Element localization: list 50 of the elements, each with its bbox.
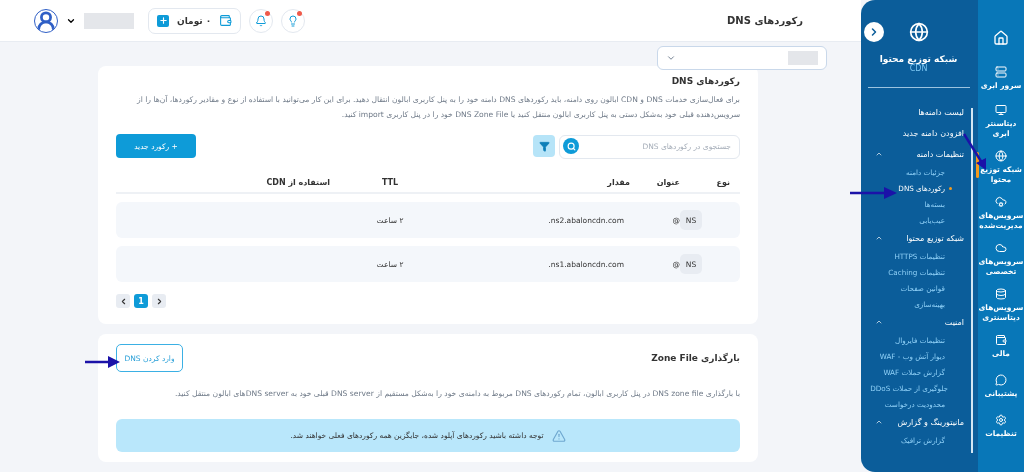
warning-icon — [551, 428, 566, 443]
sidebar-item[interactable]: امنیت — [944, 317, 964, 327]
filter-button[interactable] — [533, 135, 555, 157]
rail-icon — [993, 30, 1009, 46]
rail-icon — [995, 196, 1007, 208]
rail-icon — [995, 288, 1007, 300]
chevron-up-icon[interactable] — [875, 318, 883, 326]
rail-icon — [995, 334, 1007, 346]
next-page-button[interactable] — [152, 294, 166, 308]
plus-icon[interactable] — [157, 14, 169, 27]
wallet-balance: ۰ تومان — [177, 15, 212, 26]
rail-icon — [995, 150, 1007, 162]
card-title: رکوردهای DNS — [670, 76, 740, 86]
rail-icon — [995, 66, 1007, 78]
column-header: استفاده از CDN — [265, 177, 330, 187]
rail-icon — [995, 242, 1007, 254]
chevron-up-icon[interactable] — [875, 234, 883, 242]
sidebar-item[interactable]: افزودن دامنه جدید — [902, 129, 964, 138]
column-header: نوع — [715, 177, 731, 187]
sidebar-item[interactable]: تنظیمات دامنه — [916, 149, 964, 159]
bell-icon — [255, 14, 268, 27]
sidebar-item[interactable]: مانیتورینگ و گزارش — [897, 417, 964, 427]
column-header: عنوان — [655, 177, 680, 187]
page-title: رکوردهای DNS — [727, 15, 803, 26]
chevron-up-icon[interactable] — [875, 150, 883, 158]
sidebar-item[interactable]: شبکه توزیع محتوا — [906, 233, 964, 243]
lightbulb-icon — [287, 14, 300, 27]
rail-icon — [995, 374, 1007, 386]
annotation-arrow — [850, 186, 898, 200]
search-icon — [566, 141, 576, 151]
column-header: TTL — [380, 177, 400, 187]
redacted-name — [84, 12, 134, 29]
redacted-domain — [788, 51, 818, 65]
previous-page-button[interactable] — [116, 294, 130, 308]
wallet-pill[interactable]: ۰ تومان — [148, 7, 242, 34]
page-button[interactable]: 1 — [134, 294, 148, 308]
card-title: بارگذاری Zone File — [651, 353, 740, 363]
collapse-button[interactable] — [864, 22, 884, 42]
chevron-down-icon — [666, 53, 676, 63]
chevron-up-icon[interactable] — [875, 418, 883, 426]
filter-icon — [538, 140, 550, 152]
sidebar-title: شبکه توزیع محتوا — [879, 54, 958, 64]
sidebar-subtitle: CDN — [909, 64, 928, 73]
rail-icon — [995, 104, 1007, 116]
sidebar-item[interactable]: لیست دامنه‌ها — [918, 108, 964, 117]
wallet-icon — [219, 14, 233, 27]
column-header: مقدار — [606, 177, 630, 187]
rail-icon — [995, 414, 1007, 426]
annotation-arrow — [85, 355, 121, 369]
globe-icon — [908, 22, 929, 42]
